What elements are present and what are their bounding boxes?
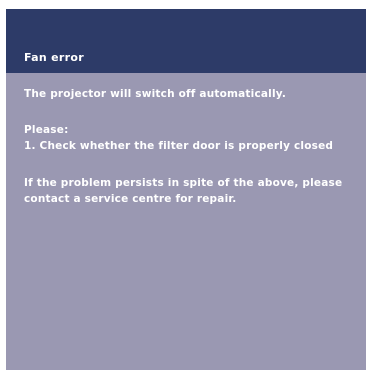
dialog-title-bar: Fan error	[6, 9, 366, 73]
auto-switch-off-message: The projector will switch off automatica…	[24, 88, 287, 100]
please-label: Please:	[24, 124, 69, 136]
check-filter-door-instruction: 1. Check whether the filter door is prop…	[24, 140, 334, 152]
dialog-title: Fan error	[24, 51, 84, 64]
persist-message-line-1: If the problem persists in spite of the …	[24, 177, 343, 189]
persist-message-line-2: contact a service centre for repair.	[24, 193, 237, 205]
fan-error-dialog: Fan error The projector will switch off …	[6, 9, 366, 370]
